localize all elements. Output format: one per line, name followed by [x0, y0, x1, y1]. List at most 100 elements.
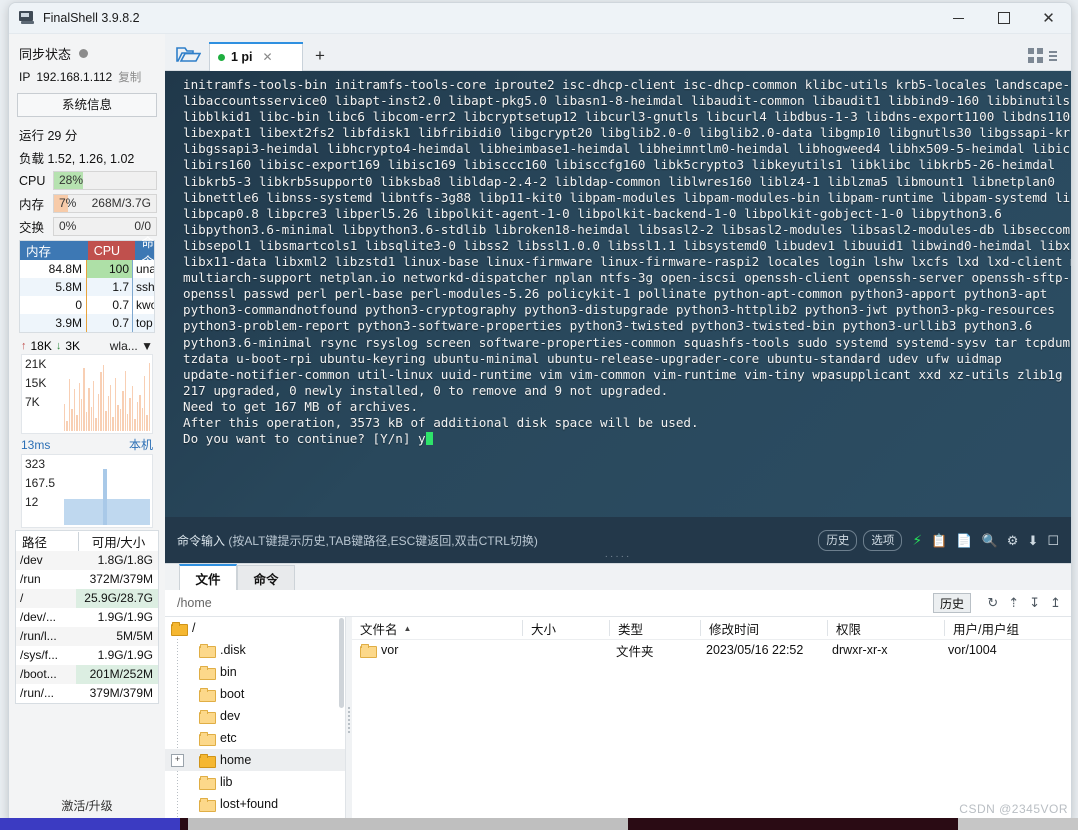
window-icon[interactable]: ☐ [1047, 534, 1059, 547]
disk-table-header: 路径 可用/大小 [16, 531, 158, 551]
table-row[interactable]: / 25.9G/28.7G [16, 589, 158, 608]
terminal-output[interactable]: initramfs-tools-bin initramfs-tools-core… [165, 71, 1071, 517]
memory-meter: 7% 268M/3.7G [53, 194, 157, 213]
gear-icon[interactable]: ⚙ [1007, 534, 1019, 547]
tab-1-pi[interactable]: 1 pi ✕ [209, 42, 303, 71]
command-options-button[interactable]: 选项 [863, 529, 903, 551]
table-row[interactable]: /run/l... 5M/5M [16, 627, 158, 646]
process-col-cmd[interactable]: 命令 [135, 236, 154, 269]
command-input[interactable]: 命令输入 (按ALT键提示历史,TAB键路径,ESC键返回,双击CTRL切换) [177, 525, 818, 555]
tree-item-lostfound[interactable]: lost+found [165, 793, 345, 815]
tree-item-label: .disk [220, 643, 246, 657]
column-permissions[interactable]: 权限 [827, 620, 944, 637]
path-history-button[interactable]: 历史 [932, 593, 971, 613]
table-row[interactable]: 3.9M 0.7 top [20, 314, 154, 332]
copy-ip-link[interactable]: 复制 [118, 69, 141, 85]
memory-meter-label: 内存 [19, 198, 45, 212]
terminal-line: libsepol1 libsmartcols1 libsqlite3-0 lib… [183, 237, 1071, 253]
column-type[interactable]: 类型 [609, 620, 700, 637]
terminal-panel: initramfs-tools-bin initramfs-tools-core… [165, 71, 1071, 563]
refresh-icon[interactable]: ↻ [987, 595, 998, 611]
file-permissions: drwxr-xr-x [832, 643, 888, 657]
tab-files[interactable]: 文件 [179, 564, 237, 590]
maximize-button[interactable] [981, 3, 1026, 33]
tab-commands[interactable]: 命令 [237, 565, 295, 590]
tree-item-etc[interactable]: etc [165, 727, 345, 749]
terminal-line: libgssapi3-heimdal libhcrypto4-heimdal l… [183, 141, 1071, 157]
load-average-label: 负载 1.52, 1.26, 1.02 [19, 152, 135, 166]
tree-item-bin[interactable]: bin [165, 661, 345, 683]
table-row[interactable]: /boot... 201M/252M [16, 665, 158, 684]
tree-item-dev[interactable]: dev [165, 705, 345, 727]
folder-icon [199, 644, 216, 658]
ip-label: IP [19, 70, 31, 84]
terminal-line: libaccountsservice0 libapt-inst2.0 libap… [183, 93, 1071, 109]
process-table-header: 内存 CPU 命令 [20, 236, 154, 269]
upload-icon[interactable]: ↥ [1050, 595, 1061, 611]
tree-item-root[interactable]: / [165, 617, 345, 639]
disk-col-size[interactable]: 可用/大小 [78, 531, 158, 551]
new-tab-button[interactable]: + [315, 46, 325, 66]
bolt-icon[interactable]: ⚡ [912, 533, 922, 547]
tree-item-home[interactable]: + home [165, 749, 345, 771]
network-interface-select[interactable]: wla... ▼ [110, 339, 153, 353]
process-table: 内存 CPU 命令 84.8M 100 unattenc 5.8M 1.7 ss… [19, 236, 155, 333]
copy-icon[interactable]: 📋 [931, 534, 947, 547]
disk-size: 25.9G/28.7G [76, 589, 158, 608]
command-history-button[interactable]: 历史 [818, 529, 858, 551]
close-button[interactable]: ✕ [1026, 3, 1071, 33]
paste-icon[interactable]: 📄 [956, 534, 972, 547]
search-icon[interactable]: 🔍 [982, 534, 998, 547]
process-cmd: kworker [136, 298, 154, 312]
title-bar: FinalShell 3.9.8.2 ✕ [9, 3, 1071, 34]
column-modified[interactable]: 修改时间 [700, 620, 827, 637]
column-owner[interactable]: 用户/用户组 [944, 620, 1071, 637]
column-size[interactable]: 大小 [522, 620, 609, 637]
system-info-button[interactable]: 系统信息 [17, 93, 157, 117]
path-input[interactable]: /home [165, 596, 212, 610]
terminal-line: libkrb5-3 libkrb5support0 libksba8 libld… [183, 173, 1055, 189]
table-row[interactable]: 0 0.7 kworker [20, 296, 154, 314]
terminal-line: python3.6-minimal rsync rsyslog screen s… [183, 334, 1071, 350]
list-item[interactable]: vor 文件夹 2023/05/16 22:52 drwxr-xr-x vor/… [352, 640, 1071, 660]
table-row[interactable]: /dev 1.8G/1.8G [16, 551, 158, 570]
os-taskbar [0, 818, 1078, 830]
grid-layout-icon[interactable] [1028, 48, 1057, 63]
process-col-cpu[interactable]: CPU [87, 241, 136, 260]
network-y-label-top: 21K [25, 357, 47, 371]
table-row[interactable]: /sys/f... 1.9G/1.9G [16, 646, 158, 665]
up-arrow-icon[interactable]: ⇡ [1008, 595, 1019, 611]
command-bar-icons: ⚡ 📋 📄 🔍 ⚙ ⬇ ☐ [912, 533, 1059, 547]
disk-col-path[interactable]: 路径 [16, 532, 78, 551]
uptime-label: 运行 29 分 [19, 129, 78, 143]
folder-open-icon[interactable] [175, 44, 201, 64]
close-icon[interactable]: ✕ [263, 50, 273, 64]
panel-resize-handle[interactable]: ····· [605, 551, 632, 562]
tree-item-label: lost+found [220, 797, 279, 811]
tree-item-disk[interactable]: .disk [165, 639, 345, 661]
expand-icon[interactable]: + [171, 753, 184, 767]
download-icon[interactable]: ↧ [1029, 595, 1040, 611]
activate-upgrade-link[interactable]: 激活/升级 [9, 797, 165, 814]
table-row[interactable]: /run/... 379M/379M [16, 684, 158, 703]
tree-item-lib[interactable]: lib [165, 771, 345, 793]
folder-icon [199, 710, 216, 724]
folder-icon [199, 666, 216, 680]
tree-scrollbar[interactable] [339, 618, 344, 708]
tree-item-boot[interactable]: boot [165, 683, 345, 705]
terminal-line: libirs160 libisc-export169 libisc169 lib… [183, 157, 1055, 173]
table-row[interactable]: /run 372M/379M [16, 570, 158, 589]
cpu-meter-label: CPU [19, 173, 46, 188]
process-col-mem[interactable]: 内存 [20, 241, 88, 260]
network-y-label-mid: 15K [25, 376, 47, 390]
file-manager-path-bar: /home 历史 ↻ ⇡ ↧ ↥ [165, 590, 1071, 617]
column-filename[interactable]: 文件名 ▲ [352, 620, 522, 637]
folder-icon [199, 688, 216, 702]
table-row[interactable]: /dev/... 1.9G/1.9G [16, 608, 158, 627]
table-row[interactable]: 5.8M 1.7 sshd [20, 278, 154, 296]
table-row[interactable]: 84.8M 100 unattenc [20, 260, 154, 278]
latency-y-label-top: 323 [25, 457, 46, 471]
download-icon[interactable]: ⬇ [1027, 534, 1038, 547]
minimize-button[interactable] [936, 3, 981, 33]
process-cpu: 1.7 [87, 278, 133, 296]
